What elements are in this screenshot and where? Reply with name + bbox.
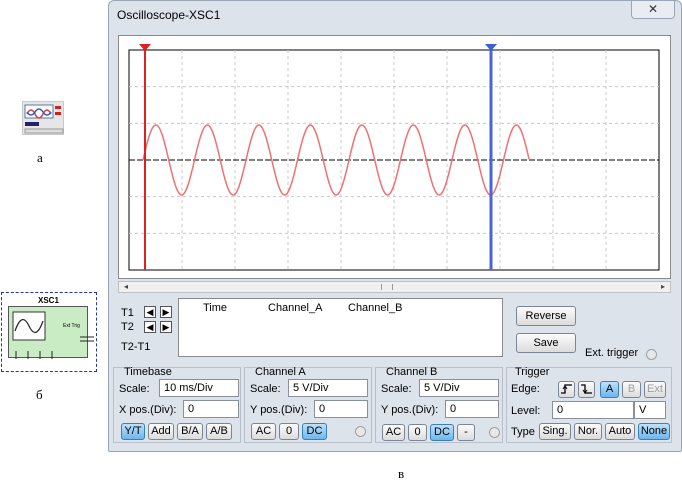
t2-label: T2 — [121, 321, 134, 333]
timebase-scale-field[interactable]: 10 ms/Div — [159, 379, 239, 397]
oscilloscope-toolbar-icon[interactable] — [22, 101, 64, 135]
col-time: Time — [203, 302, 228, 314]
trigger-source-a-button[interactable]: A — [600, 381, 619, 398]
oscilloscope-schematic-symbol[interactable]: XSC1 Ext Trig — [1, 292, 97, 372]
title-bar[interactable]: Oscilloscope-XSC1 ✕ — [109, 1, 681, 29]
t2-left-button[interactable]: ◀ — [144, 321, 156, 333]
channel-b-title: Channel B — [386, 366, 438, 378]
close-button[interactable]: ✕ — [631, 1, 675, 19]
figure-label-c: в — [398, 466, 405, 481]
channel-a-group: Channel A Scale: 5 V/Div Y pos.(Div): 0 … — [244, 366, 372, 443]
arrow-right-icon: ▶ — [162, 322, 170, 332]
t2-right-button[interactable]: ▶ — [160, 321, 172, 333]
close-icon: ✕ — [647, 2, 659, 16]
ext-trigger-radio[interactable] — [646, 349, 657, 360]
trigger-type-label: Type — [511, 426, 535, 438]
trigger-edge-label: Edge: — [511, 383, 540, 395]
channel-a-ypos-field[interactable]: 0 — [314, 400, 368, 418]
ba-button[interactable]: B/A — [177, 423, 203, 440]
window-title: Oscilloscope-XSC1 — [117, 8, 221, 22]
trigger-level-field[interactable]: 0 — [552, 401, 634, 419]
edge-falling-button[interactable] — [578, 381, 595, 398]
trigger-single-button[interactable]: Sing. — [539, 423, 571, 440]
t1-right-button[interactable]: ▶ — [160, 306, 172, 318]
ext-trigger-label: Ext. trigger — [585, 347, 639, 359]
channel-a-radio[interactable] — [355, 426, 366, 437]
channel-a-scale-field[interactable]: 5 V/Div — [288, 379, 368, 397]
channel-a-ypos-label: Y pos.(Div): — [250, 404, 308, 416]
ab-button[interactable]: A/B — [206, 423, 232, 440]
reverse-button[interactable]: Reverse — [516, 306, 576, 326]
channel-b-zero-button[interactable]: 0 — [408, 424, 427, 441]
channel-a-dc-button[interactable]: DC — [302, 423, 327, 440]
trigger-level-label: Level: — [511, 405, 541, 417]
scope-display[interactable] — [118, 35, 671, 279]
trigger-source-ext-button[interactable]: Ext — [644, 381, 666, 398]
save-button[interactable]: Save — [516, 333, 576, 353]
trigger-group: Trigger Edge: A B Ext Level: 0 V Type Si… — [506, 366, 672, 443]
channel-a-zero-button[interactable]: 0 — [279, 423, 299, 440]
channel-b-minus-button[interactable]: - — [457, 424, 475, 441]
falling-edge-icon — [581, 384, 592, 394]
trigger-none-button[interactable]: None — [638, 423, 670, 440]
cursor-readout-table: Time Channel_A Channel_B — [178, 298, 503, 357]
channel-b-scale-field[interactable]: 5 V/Div — [419, 379, 499, 397]
timebase-xpos-label: X pos.(Div): — [119, 404, 177, 416]
channel-a-ac-button[interactable]: AC — [251, 423, 276, 440]
symbol-terminals — [15, 336, 94, 359]
channel-b-dc-button[interactable]: DC — [430, 424, 454, 441]
channel-a-title: Channel A — [255, 366, 306, 378]
trigger-normal-button[interactable]: Nor. — [574, 423, 602, 440]
timebase-xpos-field[interactable]: 0 — [183, 400, 239, 418]
rising-edge-icon — [561, 384, 572, 394]
scroll-left-icon[interactable]: ◂ — [120, 282, 132, 292]
arrow-right-icon: ▶ — [162, 307, 170, 317]
arrow-left-icon: ◀ — [146, 307, 154, 317]
figure-label-a: а — [37, 150, 43, 165]
channel-b-group: Channel B Scale: 5 V/Div Y pos.(Div): 0 … — [375, 366, 503, 443]
col-channel-a: Channel_A — [268, 302, 323, 314]
figure-label-b: б — [36, 387, 43, 402]
oscilloscope-window: Oscilloscope-XSC1 ✕ ◂ ▸ T1 T2 T2-T1 ◀ ▶ … — [108, 0, 682, 452]
channel-b-scale-label: Scale: — [381, 383, 412, 395]
t1-label: T1 — [121, 307, 134, 319]
add-button[interactable]: Add — [148, 423, 174, 440]
horizontal-scrollbar[interactable]: ◂ ▸ — [118, 281, 671, 293]
t2t1-label: T2-T1 — [121, 341, 151, 353]
t1-left-button[interactable]: ◀ — [144, 306, 156, 318]
scroll-thumb[interactable] — [381, 284, 393, 290]
col-channel-b: Channel_B — [348, 302, 403, 314]
trigger-source-b-button[interactable]: B — [622, 381, 641, 398]
scope-grid-and-trace — [128, 44, 660, 271]
yt-button[interactable]: Y/T — [121, 423, 145, 440]
trigger-title: Trigger — [515, 366, 550, 378]
scroll-right-icon[interactable]: ▸ — [657, 282, 669, 292]
channel-b-ypos-field[interactable]: 0 — [445, 400, 499, 418]
trigger-auto-button[interactable]: Auto — [605, 423, 635, 440]
edge-rising-button[interactable] — [558, 381, 575, 398]
timebase-scale-label: Scale: — [119, 383, 150, 395]
channel-b-ac-button[interactable]: AC — [382, 424, 405, 441]
arrow-left-icon: ◀ — [146, 322, 154, 332]
timebase-title: Timebase — [124, 366, 172, 378]
trigger-level-unit[interactable]: V — [634, 401, 666, 419]
channel-a-scale-label: Scale: — [250, 383, 281, 395]
timebase-group: Timebase Scale: 10 ms/Div X pos.(Div): 0… — [113, 366, 241, 443]
channel-b-radio[interactable] — [489, 427, 500, 438]
channel-b-ypos-label: Y pos.(Div): — [381, 404, 439, 416]
